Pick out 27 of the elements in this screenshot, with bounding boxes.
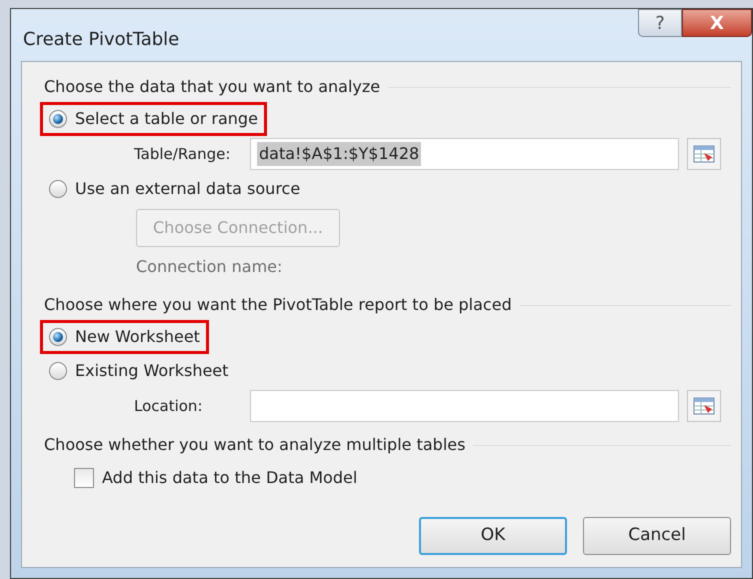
section-heading: Choose the data that you want to analyze: [44, 76, 380, 98]
radio-label: Existing Worksheet: [75, 360, 228, 382]
radio-label: Use an external data source: [75, 178, 300, 200]
checkbox[interactable]: [74, 468, 94, 488]
radio-button[interactable]: [49, 328, 67, 346]
input-field[interactable]: [250, 390, 679, 422]
cancel-button[interactable]: Cancel: [583, 517, 731, 555]
radio-label: New Worksheet: [75, 326, 200, 348]
window-title: Create PivotTable: [23, 28, 180, 52]
field-value: data!$A$1:$Y$1428: [257, 142, 422, 166]
field-label: Table/Range:: [134, 144, 232, 165]
ok-button[interactable]: OK: [419, 517, 567, 555]
range-picker-button[interactable]: [687, 390, 721, 422]
field-label: Location:: [134, 396, 204, 417]
input-field[interactable]: data!$A$1:$Y$1428: [250, 138, 679, 170]
section-heading: Choose whether you want to analyze multiple tables: [44, 434, 466, 456]
radio-button[interactable]: [49, 180, 67, 198]
radio-button[interactable]: [49, 362, 67, 380]
section-heading: Choose where you want the PivotTable report to be placed: [44, 294, 512, 316]
range-picker-icon: [693, 397, 715, 415]
range-picker-button[interactable]: [687, 138, 721, 170]
help-button[interactable]: ?: [638, 9, 682, 37]
connection-name-label: Connection name:: [136, 256, 282, 278]
radio-label: Select a table or range: [75, 108, 258, 130]
checkbox-label: Add this data to the Data Model: [102, 467, 358, 489]
radio-button[interactable]: [49, 110, 67, 128]
range-picker-icon: [693, 145, 715, 163]
